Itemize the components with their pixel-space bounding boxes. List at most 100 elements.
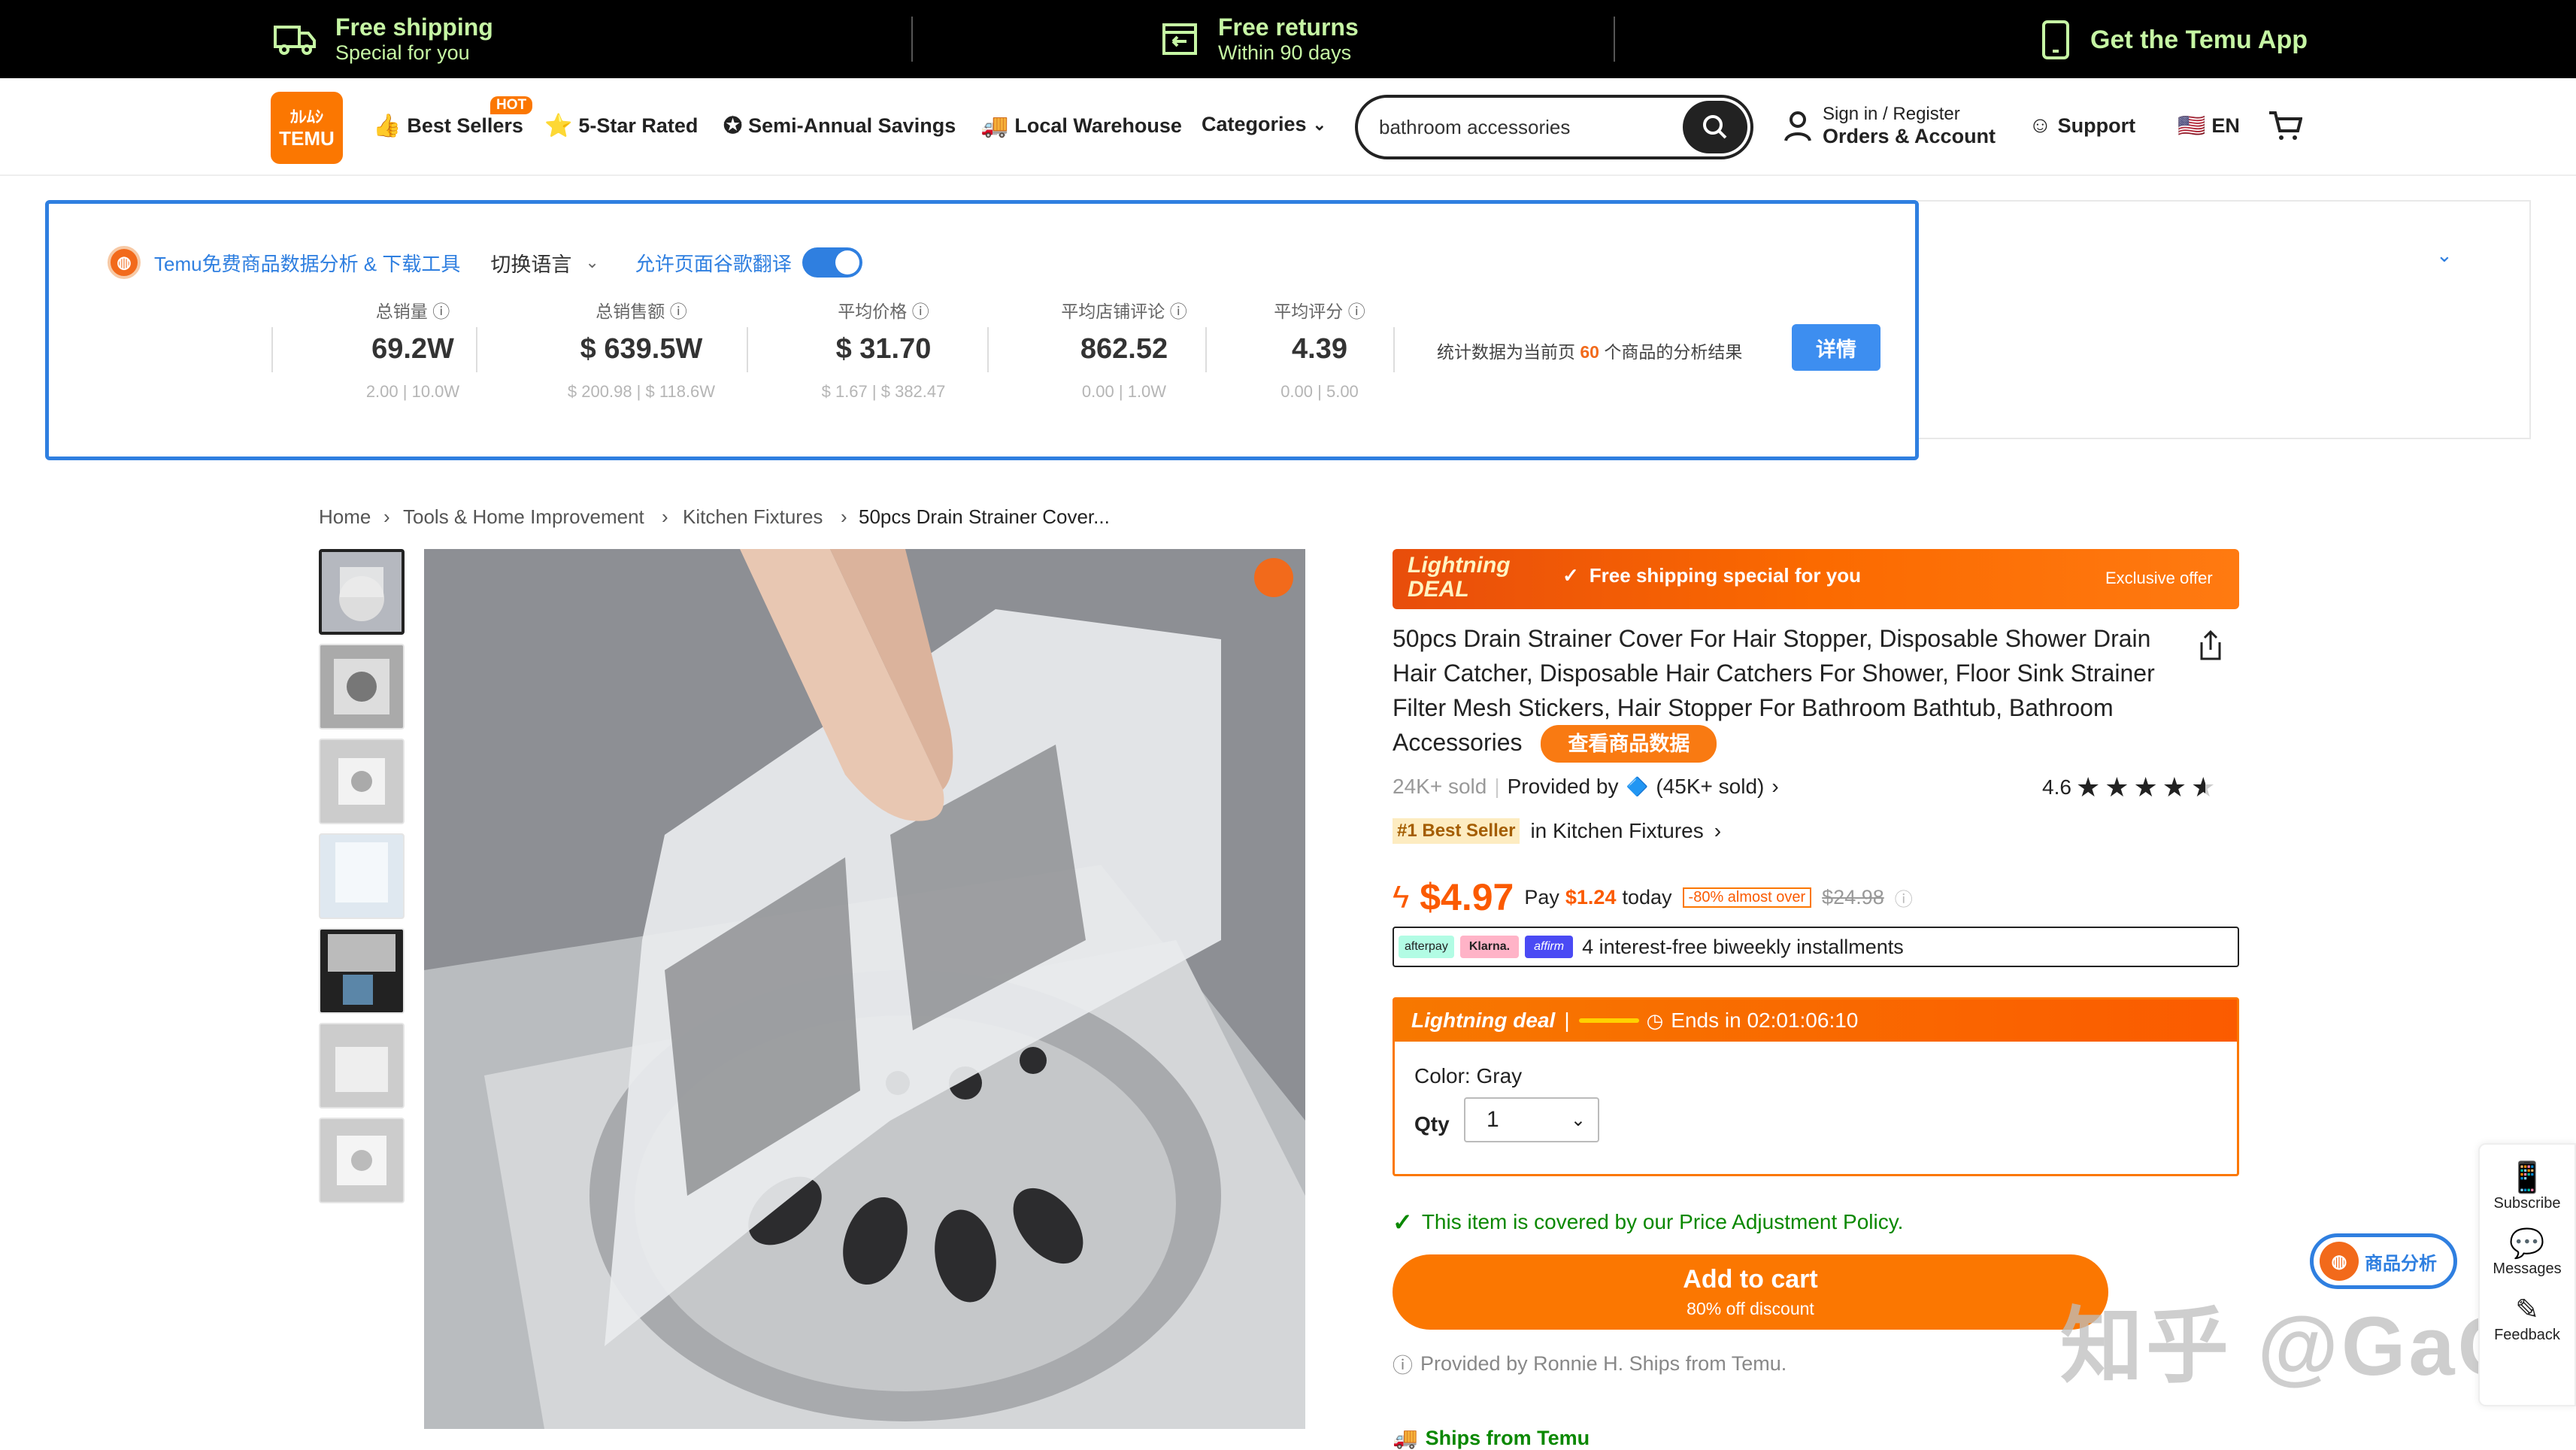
best-seller-badge: #1 Best Seller [1393, 818, 1520, 844]
countdown-text: Ends in 02:01:06:10 [1671, 1009, 1859, 1032]
subscribe-button[interactable]: 📱 Subscribe [2480, 1160, 2574, 1212]
temu-logo[interactable]: ｶﾚﾑｼ TEMU [271, 92, 343, 164]
support-link[interactable]: ☺ Support [2029, 113, 2135, 138]
seller-sold[interactable]: (45K+ sold) [1656, 775, 1764, 799]
pay-amount: $1.24 [1565, 885, 1617, 909]
nav-categories[interactable]: Categories ⌄ [1202, 113, 1326, 136]
cart-button[interactable] [2268, 110, 2303, 145]
rating-block[interactable]: 4.6 ★ ★ ★ ★ ★ [2042, 772, 2215, 803]
translate-toggle[interactable] [802, 247, 862, 278]
quantity-select[interactable]: 1 ⌄ [1464, 1097, 1599, 1142]
summary-suffix: 个商品的分析结果 [1604, 342, 1743, 362]
logo-glyphs: ｶﾚﾑｼ [289, 108, 323, 126]
color-label: Color: Gray [1414, 1064, 1523, 1088]
free-shipping-promo[interactable]: Free shipping Special for you [274, 14, 493, 65]
add-to-cart-sub: 80% off discount [1687, 1299, 1814, 1318]
nav-semi-annual[interactable]: ✪ Semi-Annual Savings [723, 113, 956, 139]
price-policy[interactable]: ✓ This item is covered by our Price Adju… [1393, 1208, 1903, 1236]
info-icon[interactable]: ⓘ [1895, 884, 1913, 911]
divider [1205, 327, 1207, 372]
thumbnail[interactable] [319, 739, 405, 824]
breadcrumb-kitchen[interactable]: Kitchen Fixtures [683, 505, 823, 529]
view-data-button[interactable]: 查看商品数据 [1541, 725, 1717, 763]
best-seller-category: in Kitchen Fixtures [1530, 819, 1704, 842]
language-selector[interactable]: 🇺🇸 EN [2177, 113, 2240, 139]
installments-box[interactable]: afterpay Klarna. affirm 4 interest-free … [1393, 927, 2239, 967]
user-icon [1784, 111, 1811, 141]
search-button[interactable] [1683, 101, 1747, 153]
nav-best-sellers[interactable]: 👍 Best Sellers [373, 113, 523, 139]
subscribe-icon: 📱 [2508, 1161, 2546, 1194]
pay-label: Pay [1524, 885, 1559, 909]
return-box-icon [1162, 23, 1197, 55]
thumbnail[interactable] [319, 928, 405, 1014]
thumbnail[interactable] [319, 1118, 405, 1203]
promo-bar: Free shipping Special for you Free retur… [0, 0, 2576, 78]
best-seller-row[interactable]: #1 Best Seller in Kitchen Fixtures › [1393, 818, 1721, 844]
analysis-label: 商品分析 [2365, 1253, 2437, 1274]
messages-button[interactable]: 💬 Messages [2480, 1227, 2574, 1278]
lightning-deal-banner: Lightning DEAL ✓ Free shipping special f… [1393, 549, 2239, 609]
ships-from-text: Ships from Temu [1425, 1426, 1590, 1449]
stat-max: 10.0W [411, 382, 460, 401]
stat-avg-price: 平均价格 ⓘ $ 31.70 $ 1.67 | $ 382.47 [771, 297, 996, 402]
discount-icon: ✪ [723, 114, 743, 138]
breadcrumb-home[interactable]: Home [319, 505, 371, 529]
search-input[interactable]: bathroom accessories [1379, 116, 1570, 139]
get-app-promo[interactable]: Get the Temu App [2041, 20, 2308, 60]
star-icon: ★ [2105, 772, 2129, 802]
star-icon: ★ [2162, 772, 2187, 802]
feedback-button[interactable]: ✎ Feedback [2480, 1293, 2574, 1344]
stat-max: $ 118.6W [645, 382, 716, 401]
free-returns-promo[interactable]: Free returns Within 90 days [1161, 14, 1359, 65]
chevron-right-icon: › [1771, 775, 1779, 798]
language-switch[interactable]: 切换语言 [490, 248, 571, 278]
afterpay-logo: afterpay [1399, 936, 1454, 958]
nav-label: 5-Star Rated [578, 114, 699, 137]
analysis-logo-icon: ◍ [2320, 1242, 2359, 1281]
ships-from[interactable]: 🚚 Ships from Temu [1393, 1426, 1590, 1450]
extension-brand[interactable]: Temu免费商品数据分析 & 下载工具 [154, 249, 460, 277]
chevron-right-icon: › [383, 505, 390, 528]
details-button[interactable]: 详情 [1792, 324, 1880, 371]
chevron-right-icon: › [1714, 819, 1722, 842]
feedback-label: Feedback [2494, 1327, 2560, 1343]
thumbs-up-icon: 👍 [373, 114, 402, 138]
side-widget-bar: 📱 Subscribe 💬 Messages ✎ Feedback [2478, 1143, 2576, 1406]
thumbnail[interactable] [319, 1023, 405, 1109]
stat-total-sales: 总销量 ⓘ 69.2W 2.00 | 10.0W [300, 297, 526, 402]
nav-local-warehouse[interactable]: 🚚 Local Warehouse [980, 113, 1182, 139]
qty-value: 1 [1487, 1107, 1499, 1132]
price-row: ϟ $4.97 Pay $1.24 today -80% almost over… [1393, 875, 1913, 919]
feedback-icon: ✎ [2515, 1294, 2539, 1326]
affirm-logo: affirm [1525, 936, 1574, 958]
message-icon: 💬 [2509, 1228, 2545, 1260]
share-button[interactable] [2196, 629, 2226, 666]
nav-label: Best Sellers [407, 114, 523, 137]
chevron-down-icon[interactable]: ⌄ [585, 253, 599, 272]
stat-value: 862.52 [1080, 333, 1168, 365]
check-icon: ✓ [1393, 1209, 1413, 1236]
breadcrumb-current: 50pcs Drain Strainer Cover... [859, 505, 1110, 528]
chevron-down-icon: ⌄ [1312, 114, 1326, 134]
nav-five-star[interactable]: ⭐ 5-Star Rated [544, 113, 698, 139]
provided-by-label: Provided by [1507, 775, 1619, 798]
thumbnail[interactable] [319, 833, 405, 919]
thumbnail[interactable] [319, 644, 405, 730]
product-main-image[interactable] [424, 549, 1305, 1429]
account-menu[interactable]: Sign in / Register Orders & Account [1784, 104, 1996, 148]
search-box[interactable]: bathroom accessories [1355, 95, 1753, 159]
cart-icon [2269, 111, 2303, 140]
add-to-cart-button[interactable]: Add to cart 80% off discount [1393, 1254, 2108, 1330]
seller-logo-icon[interactable]: 🔷 [1626, 776, 1648, 798]
extension-header: ◍ Temu免费商品数据分析 & 下载工具 切换语言 ⌄ 允许页面谷歌翻译 [108, 246, 862, 279]
divider [911, 17, 913, 62]
expand-chevron-icon[interactable]: ⌄ [2436, 244, 2453, 267]
thumbnail[interactable] [319, 549, 405, 635]
divider: | [1494, 775, 1500, 798]
lightning-deal-label: Lightning deal [1411, 1009, 1556, 1032]
breadcrumb-tools[interactable]: Tools & Home Improvement [403, 505, 644, 529]
product-analysis-button[interactable]: ◍ 商品分析 [2310, 1233, 2457, 1289]
summary-count: 60 [1580, 342, 1599, 362]
stat-min: $ 200.98 [567, 382, 632, 401]
